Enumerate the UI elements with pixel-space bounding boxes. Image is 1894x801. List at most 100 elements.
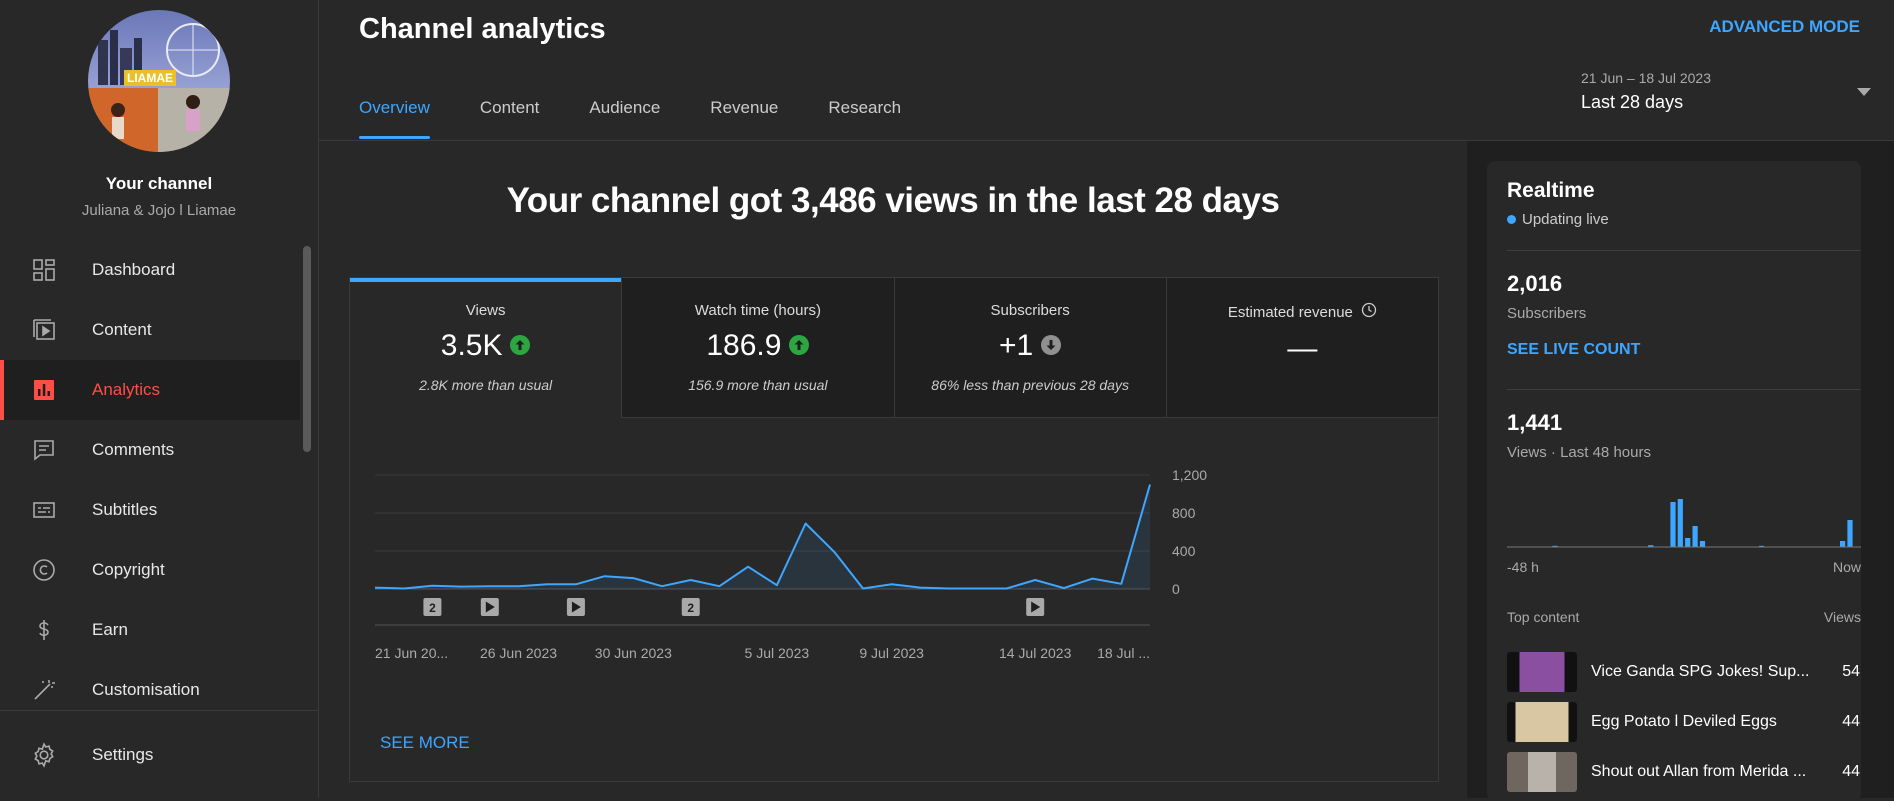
chevron-down-icon (1857, 88, 1871, 96)
realtime-card: Realtime Updating live 2,016 Subscribers… (1487, 161, 1861, 801)
realtime-bar (1677, 499, 1683, 547)
realtime-bar (1685, 538, 1691, 547)
sidebar-item-analytics[interactable]: Analytics (0, 360, 300, 420)
tab-research[interactable]: Research (828, 98, 901, 138)
sidebar: LIAMAE Your channel Juliana & Jojo l Lia… (0, 0, 319, 798)
realtime-title: Realtime (1507, 179, 1595, 202)
y-tick-label: 800 (1172, 505, 1196, 521)
sidebar-item-earn[interactable]: Earn (0, 600, 300, 660)
y-tick-label: 0 (1172, 581, 1180, 597)
marker-count: 2 (429, 601, 436, 615)
video-title: Vice Ganda SPG Jokes! Sup... (1591, 663, 1810, 680)
y-tick-label: 1,200 (1172, 467, 1207, 483)
date-range-picker[interactable]: 21 Jun – 18 Jul 2023 Last 28 days (1581, 70, 1871, 113)
sidebar-item-label: Subtitles (92, 500, 158, 519)
realtime-axis-start: -48 h (1507, 559, 1539, 575)
top-content-item[interactable]: Egg Potato l Deviled Eggs 44 (1507, 702, 1860, 742)
sidebar-item-label: Dashboard (92, 260, 176, 279)
top-content-views-label: Views (1823, 609, 1861, 625)
avatar-logo-text: LIAMAE (124, 70, 176, 86)
sidebar-item-copyright[interactable]: Copyright (0, 540, 300, 600)
gear-icon (30, 741, 58, 769)
sidebar-scrollbar[interactable] (303, 246, 311, 452)
metric-estimated-revenue[interactable]: Estimated revenue — (1165, 278, 1438, 418)
sidebar-item-label: Customisation (92, 680, 200, 699)
top-content-label: Top content (1507, 609, 1580, 625)
metric-views[interactable]: Views 3.5K 2.8K more than usual (350, 278, 622, 418)
video-views: 54 (1842, 663, 1860, 680)
settings-label: Settings (92, 744, 154, 764)
views-area (375, 484, 1150, 589)
sidebar-item-comments[interactable]: Comments (0, 420, 300, 480)
tab-audience[interactable]: Audience (589, 98, 660, 138)
metric-label: Subscribers (990, 302, 1070, 319)
sidebar-item-label: Earn (92, 620, 128, 639)
y-tick-label: 400 (1172, 543, 1196, 559)
sidebar-item-content[interactable]: Content (0, 300, 300, 360)
copyright-icon (30, 556, 58, 584)
customisation-icon (30, 676, 58, 704)
divider (1507, 389, 1860, 390)
sidebar-nav: Dashboard Content Analytics Comments Sub… (0, 240, 300, 720)
see-live-count-button[interactable]: SEE LIVE COUNT (1507, 341, 1640, 359)
date-range-period: Last 28 days (1581, 92, 1684, 112)
sidebar-item-settings[interactable]: Settings (0, 710, 318, 798)
live-dot-icon (1507, 215, 1516, 224)
video-views: 44 (1842, 763, 1860, 780)
your-channel-label: Your channel (105, 174, 213, 193)
sidebar-item-label: Content (92, 320, 152, 339)
clock-icon (1361, 302, 1377, 322)
top-content-item[interactable]: Vice Ganda SPG Jokes! Sup... 54 (1507, 652, 1860, 692)
video-thumbnail (1507, 752, 1577, 792)
video-title: Egg Potato l Deviled Eggs (1591, 713, 1777, 730)
trend-down-icon (1041, 329, 1062, 363)
metric-label: Views (465, 302, 506, 319)
realtime-views-label: Views · Last 48 hours (1507, 444, 1651, 461)
realtime-bar (1692, 526, 1698, 547)
realtime-bar (1670, 502, 1676, 547)
x-tick-label: 5 Jul 2023 (745, 645, 810, 661)
realtime-axis-end: Now (1832, 559, 1861, 575)
metric-sub: 156.9 more than usual (688, 377, 828, 393)
trend-up-icon (510, 329, 531, 363)
x-tick-label: 21 Jun 20... (375, 645, 448, 661)
x-tick-label: 18 Jul ... (1097, 645, 1150, 661)
sidebar-item-label: Copyright (92, 560, 165, 579)
marker-count: 2 (687, 601, 694, 615)
sidebar-item-label: Analytics (92, 380, 161, 399)
realtime-bar (1840, 541, 1846, 547)
video-thumbnail (1507, 652, 1577, 692)
views-chart[interactable]: 1,200 800 400 0 2 2 21 Jun 20... 26 Jun 2023 30 … (350, 418, 1438, 718)
advanced-mode-button[interactable]: ADVANCED MODE (1709, 17, 1860, 37)
metric-sub: 86% less than previous 28 days (931, 377, 1129, 393)
tab-revenue[interactable]: Revenue (710, 98, 778, 138)
overview-main: Your channel got 3,486 views in the last… (319, 141, 1467, 798)
sidebar-item-dashboard[interactable]: Dashboard (0, 240, 300, 300)
realtime-subscribers-value: 2,016 (1507, 271, 1563, 296)
updating-live-label: Updating live (1522, 211, 1609, 228)
date-range-dates: 21 Jun – 18 Jul 2023 (1581, 70, 1711, 86)
video-thumbnail (1507, 702, 1577, 742)
metric-sub: 2.8K more than usual (419, 377, 553, 393)
top-content-item[interactable]: Shout out Allan from Merida ... 44 (1507, 752, 1860, 792)
dashboard-icon (30, 256, 58, 284)
realtime-bar (1699, 541, 1706, 547)
x-tick-label: 30 Jun 2023 (595, 645, 672, 661)
tab-overview[interactable]: Overview (359, 98, 430, 139)
comments-icon (30, 436, 58, 464)
metric-watch-time[interactable]: Watch time (hours) 186.9 156.9 more than… (621, 278, 894, 418)
analytics-icon (30, 376, 58, 404)
realtime-bar-chart[interactable] (1507, 491, 1861, 553)
page-header: Channel analytics ADVANCED MODE Overview… (319, 0, 1894, 141)
realtime-subscribers-label: Subscribers (1507, 305, 1587, 322)
realtime-bar (1847, 520, 1853, 547)
metrics-card: Views 3.5K 2.8K more than usual Watch ti… (349, 277, 1439, 782)
views-headline: Your channel got 3,486 views in the last… (506, 181, 1280, 220)
tab-content[interactable]: Content (480, 98, 540, 138)
metric-subscribers[interactable]: Subscribers +1 86% less than previous 28… (893, 278, 1166, 418)
sidebar-item-label: Comments (92, 440, 175, 459)
x-tick-label: 26 Jun 2023 (480, 645, 557, 661)
metric-value: — (1287, 332, 1318, 365)
see-more-button[interactable]: SEE MORE (380, 733, 470, 753)
sidebar-item-subtitles[interactable]: Subtitles (0, 480, 300, 540)
